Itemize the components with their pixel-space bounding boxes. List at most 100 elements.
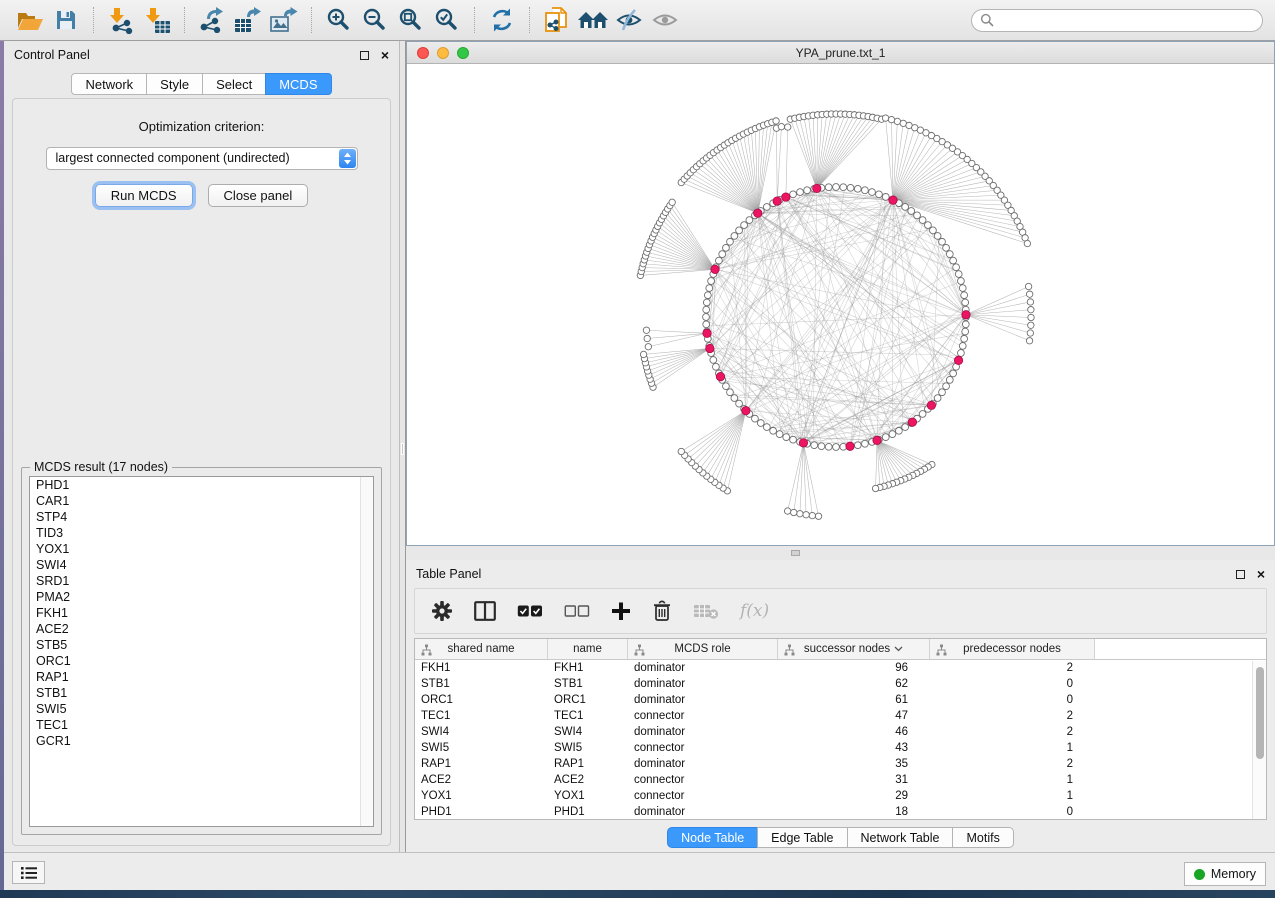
close-panel-button[interactable]: Close panel xyxy=(208,184,309,207)
table-cell[interactable]: dominator xyxy=(628,692,778,708)
tab-style[interactable]: Style xyxy=(146,73,203,95)
tab-network-table[interactable]: Network Table xyxy=(847,827,954,848)
mcds-result-item[interactable]: TID3 xyxy=(30,525,373,541)
tab-network[interactable]: Network xyxy=(71,73,147,95)
table-cell[interactable]: YOX1 xyxy=(415,788,548,804)
column-layout-icon[interactable] xyxy=(474,601,496,621)
import-network-button[interactable] xyxy=(103,3,139,37)
table-cell[interactable]: 2 xyxy=(930,724,1095,740)
tab-select[interactable]: Select xyxy=(202,73,266,95)
table-cell[interactable]: SWI5 xyxy=(415,740,548,756)
save-session-button[interactable] xyxy=(48,3,84,37)
table-row[interactable]: ACE2ACE2connector311 xyxy=(415,772,1266,788)
table-row[interactable]: TEC1TEC1connector472 xyxy=(415,708,1266,724)
table-cell[interactable]: 1 xyxy=(930,740,1095,756)
column-header-successor-nodes[interactable]: successor nodes xyxy=(778,639,930,659)
table-cell[interactable]: TEC1 xyxy=(548,708,628,724)
settings-gear-icon[interactable] xyxy=(431,600,453,622)
table-cell[interactable]: FKH1 xyxy=(415,660,548,676)
table-cell[interactable]: ORC1 xyxy=(548,692,628,708)
column-header-shared-name[interactable]: shared name xyxy=(415,639,548,659)
table-cell[interactable]: connector xyxy=(628,788,778,804)
close-window-icon[interactable] xyxy=(417,47,429,59)
hide-selected-button[interactable] xyxy=(611,3,647,37)
table-cell[interactable]: ACE2 xyxy=(548,772,628,788)
mcds-result-item[interactable]: RAP1 xyxy=(30,669,373,685)
table-cell[interactable]: ACE2 xyxy=(415,772,548,788)
memory-button[interactable]: Memory xyxy=(1184,862,1266,886)
table-row[interactable]: RAP1RAP1dominator352 xyxy=(415,756,1266,772)
table-cell[interactable]: TEC1 xyxy=(415,708,548,724)
scrollbar-thumb[interactable] xyxy=(1256,667,1264,759)
table-cell[interactable]: 96 xyxy=(778,660,930,676)
mcds-result-item[interactable]: STB5 xyxy=(30,637,373,653)
export-table-button[interactable] xyxy=(230,3,266,37)
task-list-button[interactable] xyxy=(12,861,45,884)
column-header-predecessor-nodes[interactable]: predecessor nodes xyxy=(930,639,1095,659)
apply-layout-button[interactable] xyxy=(484,3,520,37)
search-box[interactable] xyxy=(971,9,1263,32)
mcds-result-item[interactable]: SRD1 xyxy=(30,573,373,589)
run-mcds-button[interactable]: Run MCDS xyxy=(95,184,193,207)
table-cell[interactable]: SWI5 xyxy=(548,740,628,756)
table-cell[interactable]: 0 xyxy=(930,676,1095,692)
table-cell[interactable]: FKH1 xyxy=(548,660,628,676)
table-row[interactable]: STB1STB1dominator620 xyxy=(415,676,1266,692)
tab-edge-table[interactable]: Edge Table xyxy=(757,827,847,848)
table-cell[interactable]: connector xyxy=(628,740,778,756)
mcds-result-item[interactable]: SWI5 xyxy=(30,701,373,717)
table-cell[interactable]: dominator xyxy=(628,676,778,692)
table-row[interactable]: SWI4SWI4dominator462 xyxy=(415,724,1266,740)
table-cell[interactable]: 18 xyxy=(778,804,930,820)
tab-node-table[interactable]: Node Table xyxy=(667,827,758,848)
show-hidden-button[interactable] xyxy=(647,3,683,37)
table-cell[interactable]: RAP1 xyxy=(415,756,548,772)
mcds-result-item[interactable]: GCR1 xyxy=(30,733,373,749)
table-cell[interactable]: 47 xyxy=(778,708,930,724)
table-cell[interactable]: RAP1 xyxy=(548,756,628,772)
mcds-result-item[interactable]: TEC1 xyxy=(30,717,373,733)
import-table-button[interactable] xyxy=(139,3,175,37)
mcds-result-item[interactable]: PHD1 xyxy=(30,477,373,493)
table-cell[interactable]: 2 xyxy=(930,756,1095,772)
float-window-icon[interactable] xyxy=(1236,570,1245,579)
maximize-window-icon[interactable] xyxy=(457,47,469,59)
mcds-result-item[interactable]: STB1 xyxy=(30,685,373,701)
mcds-list-scrollbar[interactable] xyxy=(360,477,373,826)
table-row[interactable]: SWI5SWI5connector431 xyxy=(415,740,1266,756)
add-column-icon[interactable] xyxy=(611,601,631,621)
table-cell[interactable]: connector xyxy=(628,708,778,724)
table-cell[interactable]: 62 xyxy=(778,676,930,692)
tab-mcds[interactable]: MCDS xyxy=(265,73,331,95)
horizontal-splitter[interactable] xyxy=(406,546,1275,560)
search-input[interactable] xyxy=(999,13,1254,27)
mcds-result-item[interactable]: CAR1 xyxy=(30,493,373,509)
table-scrollbar[interactable] xyxy=(1252,661,1266,819)
mcds-result-item[interactable]: STP4 xyxy=(30,509,373,525)
table-cell[interactable]: 31 xyxy=(778,772,930,788)
table-cell[interactable]: connector xyxy=(628,772,778,788)
table-cell[interactable]: PHD1 xyxy=(415,804,548,820)
mcds-result-item[interactable]: PMA2 xyxy=(30,589,373,605)
zoom-out-button[interactable] xyxy=(357,3,393,37)
mcds-result-item[interactable]: SWI4 xyxy=(30,557,373,573)
export-network-button[interactable] xyxy=(194,3,230,37)
table-cell[interactable]: 2 xyxy=(930,660,1095,676)
table-cell[interactable]: YOX1 xyxy=(548,788,628,804)
table-cell[interactable]: 2 xyxy=(930,708,1095,724)
clone-network-button[interactable] xyxy=(539,3,575,37)
float-window-icon[interactable] xyxy=(360,51,369,60)
table-cell[interactable]: 0 xyxy=(930,804,1095,820)
table-cell[interactable]: SWI4 xyxy=(548,724,628,740)
select-all-icon[interactable] xyxy=(517,604,543,618)
table-cell[interactable]: dominator xyxy=(628,724,778,740)
splitter-grip[interactable] xyxy=(401,443,404,455)
delete-column-icon[interactable] xyxy=(652,600,672,622)
table-cell[interactable]: 29 xyxy=(778,788,930,804)
table-cell[interactable]: 1 xyxy=(930,772,1095,788)
zoom-fit-button[interactable] xyxy=(393,3,429,37)
table-row[interactable]: FKH1FKH1dominator962 xyxy=(415,660,1266,676)
zoom-in-button[interactable] xyxy=(321,3,357,37)
show-all-button[interactable] xyxy=(575,3,611,37)
zoom-selected-button[interactable] xyxy=(429,3,465,37)
